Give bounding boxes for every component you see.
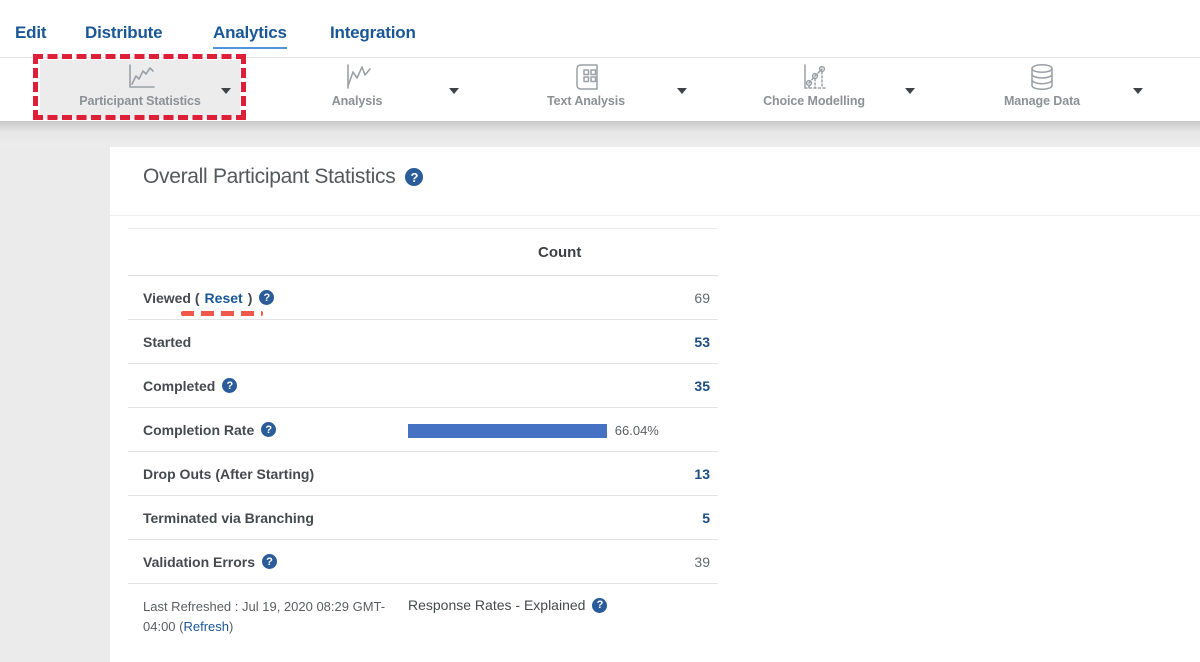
nav-tab-distribute[interactable]: Distribute (85, 23, 162, 43)
count-column-header: Count (538, 244, 581, 261)
nav-tab-analytics[interactable]: Analytics (213, 23, 287, 49)
nav-tab-integration[interactable]: Integration (330, 23, 416, 43)
table-row-drop-outs: Drop Outs (After Starting) 13 (128, 452, 718, 496)
participant-statistics-table: Count Viewed ( Reset ) 69 Started (128, 228, 718, 644)
row-value: 39 (694, 554, 718, 570)
completion-rate-bar-group: 66.04% (408, 423, 659, 438)
top-navbar: Edit Distribute Analytics Integration (0, 0, 1200, 57)
toolbar-item-analysis[interactable]: Analysis (257, 62, 457, 118)
trend-chart-icon (339, 62, 375, 92)
toolbar-item-choice-modelling[interactable]: Choice Modelling (714, 62, 914, 118)
table-row-terminated: Terminated via Branching 5 (128, 496, 718, 540)
chevron-down-icon[interactable] (1133, 88, 1143, 94)
last-refreshed-prefix: Last Refreshed : Jul 19, 2020 08:29 GMT-… (143, 599, 385, 634)
help-icon[interactable] (259, 290, 274, 305)
last-refreshed-text: Last Refreshed : Jul 19, 2020 08:29 GMT-… (143, 597, 393, 637)
chevron-down-icon[interactable] (677, 88, 687, 94)
row-value: 53 (694, 334, 718, 350)
page-heading: Overall Participant Statistics (143, 165, 423, 189)
chevron-down-icon[interactable] (905, 88, 915, 94)
row-label-text: Completed (143, 378, 215, 394)
table-row-started: Started 53 (128, 320, 718, 364)
completion-rate-bar (408, 424, 607, 438)
help-icon[interactable] (405, 168, 423, 186)
toolbar-item-label: Text Analysis (547, 94, 625, 108)
row-label: Started (128, 334, 191, 350)
row-value: 35 (694, 378, 718, 394)
table-row-completed: Completed 35 (128, 364, 718, 408)
page: Edit Distribute Analytics Integration Pa… (0, 0, 1200, 662)
statistics-card: Overall Participant Statistics Count Vie… (110, 147, 1200, 662)
row-label-text: Viewed ( (143, 290, 200, 306)
row-label: Terminated via Branching (128, 510, 314, 526)
help-icon[interactable] (592, 598, 607, 613)
row-label-text: Completion Rate (143, 422, 254, 438)
table-row-completion-rate: Completion Rate 66.04% (128, 408, 718, 452)
row-value: 13 (694, 466, 718, 482)
table-header-row: Count (128, 228, 718, 276)
refresh-link[interactable]: Refresh (183, 619, 229, 634)
row-label: Drop Outs (After Starting) (128, 466, 314, 482)
newspaper-grid-icon (568, 62, 604, 92)
page-title: Overall Participant Statistics (143, 165, 395, 189)
response-rates-label: Response Rates - Explained (408, 597, 585, 613)
last-refreshed-suffix: ) (229, 619, 233, 634)
toolbar-item-label: Analysis (332, 94, 383, 108)
toolbar-item-label: Participant Statistics (79, 94, 200, 108)
nav-tab-edit[interactable]: Edit (15, 23, 46, 43)
line-chart-icon (122, 62, 158, 92)
table-footer: Last Refreshed : Jul 19, 2020 08:29 GMT-… (128, 584, 718, 644)
row-label-text: ) (248, 290, 253, 306)
row-label: Validation Errors (128, 554, 277, 570)
help-icon[interactable] (261, 422, 276, 437)
scatter-rise-icon (796, 62, 832, 92)
table-row-validation-errors: Validation Errors 39 (128, 540, 718, 584)
help-icon[interactable] (222, 378, 237, 393)
completion-rate-percent: 66.04% (615, 423, 659, 438)
database-icon (1024, 62, 1060, 92)
table-row-viewed: Viewed ( Reset ) 69 (128, 276, 718, 320)
row-value: 5 (702, 510, 718, 526)
toolbar-item-manage-data[interactable]: Manage Data (942, 62, 1142, 118)
content-background: Overall Participant Statistics Count Vie… (0, 147, 1200, 662)
toolbar-item-text-analysis[interactable]: Text Analysis (486, 62, 686, 118)
chevron-down-icon[interactable] (449, 88, 459, 94)
toolbar-item-label: Manage Data (1004, 94, 1080, 108)
row-label-text: Validation Errors (143, 554, 255, 570)
toolbar-shadow-band (0, 121, 1200, 147)
chevron-down-icon[interactable] (221, 88, 231, 94)
toolbar-item-participant-statistics[interactable]: Participant Statistics (40, 62, 240, 118)
header-divider (110, 215, 1200, 216)
help-icon[interactable] (262, 554, 277, 569)
row-label: Completed (128, 378, 237, 394)
response-rates-explained: Response Rates - Explained (408, 597, 607, 613)
row-label: Completion Rate (128, 422, 276, 438)
row-label: Viewed ( Reset ) (128, 290, 274, 306)
annotation-underline (181, 311, 263, 316)
reset-link[interactable]: Reset (205, 290, 243, 306)
row-value: 69 (694, 290, 718, 306)
toolbar-item-label: Choice Modelling (763, 94, 865, 108)
analytics-toolbar: Participant Statistics Analysis Text Ana… (0, 57, 1200, 121)
